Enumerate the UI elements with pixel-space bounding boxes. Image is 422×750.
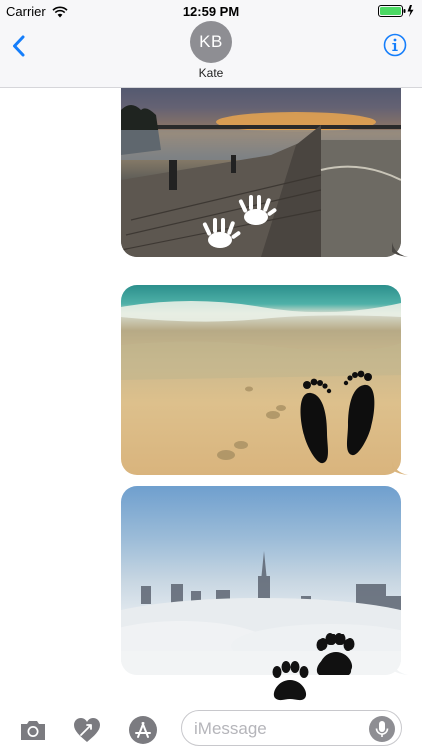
microphone-button[interactable] <box>369 716 395 742</box>
bubble-tail <box>392 660 408 675</box>
photo-message[interactable] <box>121 70 401 257</box>
info-icon[interactable] <box>383 33 407 57</box>
camera-icon[interactable] <box>18 715 48 745</box>
avatar[interactable]: KB <box>190 21 232 63</box>
bubble-tail <box>392 242 408 257</box>
footprints-sticker <box>300 370 375 464</box>
message-field[interactable] <box>181 710 402 746</box>
status-bar: Carrier 12:59 PM <box>0 0 422 22</box>
photo-message[interactable] <box>121 285 401 475</box>
heart-icon[interactable] <box>72 715 102 745</box>
clock: 12:59 PM <box>182 4 240 19</box>
paw-print-sticker <box>272 634 355 701</box>
imessage-input[interactable] <box>194 717 364 741</box>
battery-icon <box>378 5 414 17</box>
bubble-tail <box>392 460 408 475</box>
contact-name[interactable]: Kate <box>0 66 422 80</box>
conversation-header: Carrier 12:59 PM KB Kate <box>0 0 422 88</box>
hand-print-sticker <box>202 195 277 248</box>
microphone-icon <box>375 721 389 737</box>
message-input-bar <box>0 703 422 750</box>
app-store-icon[interactable] <box>128 715 158 745</box>
chevron-left-icon[interactable] <box>10 34 28 58</box>
